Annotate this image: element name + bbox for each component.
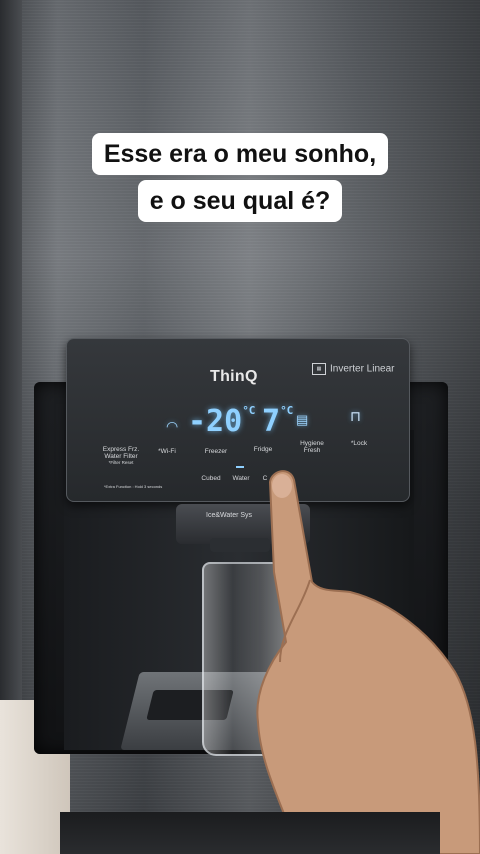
caption-line-1-wrap: Esse era o meu sonho,: [0, 133, 480, 175]
fridge-door: Esse era o meu sonho, e o seu qual é? Th…: [0, 0, 480, 854]
freezer-temp: -20: [188, 404, 243, 439]
wifi-button[interactable]: *Wi-Fi: [150, 448, 184, 455]
lock-button[interactable]: *Lock: [344, 440, 374, 447]
fridge-button[interactable]: Fridge: [248, 446, 278, 453]
inverter-label: Inverter Linear: [330, 363, 395, 375]
caption-line-2-wrap: e o seu qual é?: [0, 180, 480, 222]
door-bottom-trim: [60, 812, 440, 854]
freezer-button[interactable]: Freezer: [198, 448, 234, 455]
caption-line-2: e o seu qual é?: [137, 180, 343, 222]
thinq-logo: ThinQ: [210, 368, 258, 385]
cubed-button[interactable]: Cubed: [196, 475, 226, 482]
freezer-unit: °C: [242, 404, 256, 417]
inverter-icon: ▦: [312, 363, 326, 375]
fridge-temp-display: 7°C: [262, 404, 293, 439]
express-frz-button[interactable]: Express Frz. Water Filter *Filter Reset: [96, 446, 146, 465]
caption-line-1: Esse era o meu sonho,: [91, 133, 389, 175]
filter-reset-label: *Filter Reset: [108, 460, 134, 465]
fridge-temp: 7: [262, 404, 281, 439]
water-filter-label: Water Filter: [104, 453, 138, 460]
pointing-hand: [256, 470, 480, 854]
wifi-icon: ◠: [166, 418, 179, 434]
express-frz-label: Express Frz.: [102, 446, 140, 453]
extra-function-note: *Extra Function : Hold 3 seconds: [104, 484, 163, 489]
lock-icon[interactable]: ⊓: [350, 408, 361, 425]
filter-icon: ▤: [296, 412, 309, 427]
inverter-badge: ▦ Inverter Linear: [312, 363, 394, 375]
hygiene-fresh-button[interactable]: Hygiene Fresh: [292, 440, 332, 454]
fridge-unit: °C: [280, 404, 294, 417]
freezer-temp-display: -20°C: [188, 404, 255, 439]
